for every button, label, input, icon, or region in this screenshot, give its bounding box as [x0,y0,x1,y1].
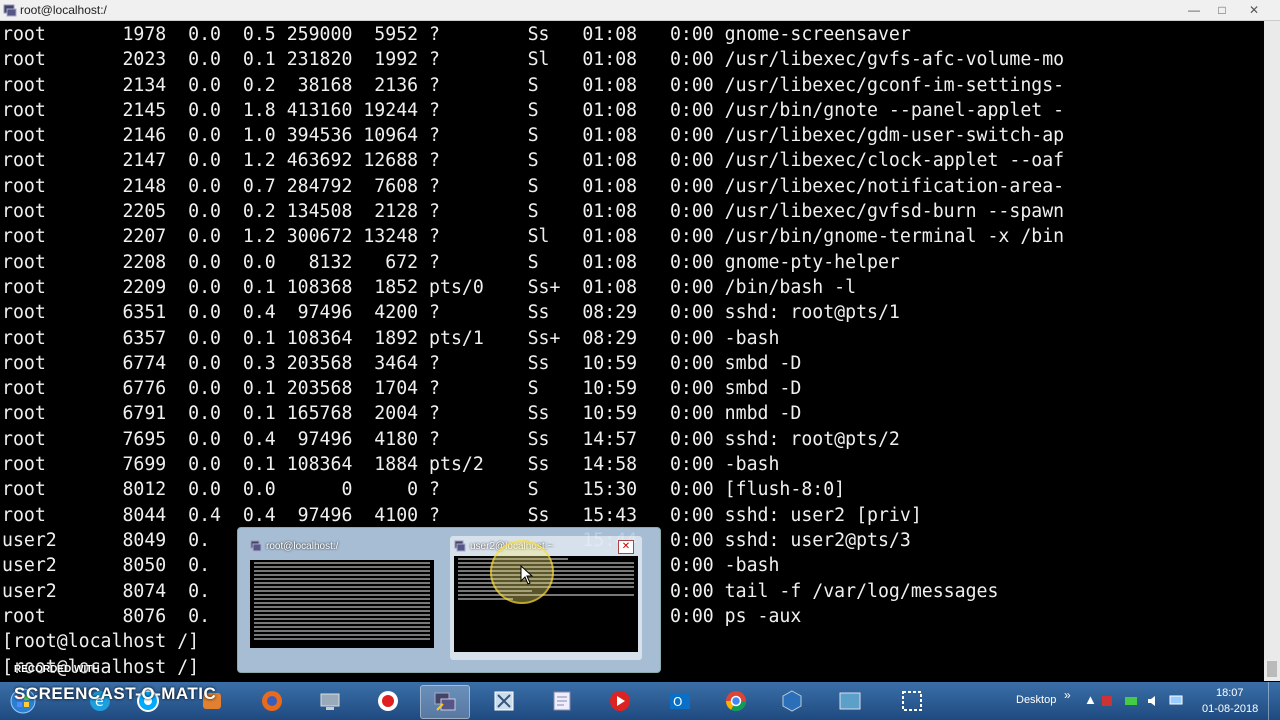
preview-window-root[interactable]: root@localhost:/ [246,536,438,660]
terminal-line: root 1978 0.0 0.5 259000 5952 ? Ss 01:08… [2,24,911,45]
preview-close-button[interactable]: ✕ [618,540,634,554]
virtualbox-icon [782,690,802,712]
watermark-logo: SCREENCAST-O-MATIC [14,684,217,703]
terminal-line: root 2205 0.0 0.2 134508 2128 ? S 01:08 … [2,201,1065,222]
battery-tray-icon[interactable] [1124,694,1138,708]
taskbar-chrome[interactable] [712,685,760,717]
terminal-line: root 2134 0.0 0.2 38168 2136 ? S 01:08 0… [2,75,1065,96]
terminal-line: root 2146 0.0 1.0 394536 10964 ? S 01:08… [2,125,1065,146]
putty-icon [434,692,456,711]
taskbar-network[interactable] [306,685,354,717]
terminal-line: root 2148 0.0 0.7 284792 7608 ? S 01:08 … [2,176,1065,197]
terminal-scrollbar[interactable] [1264,21,1280,681]
terminal-line: root 2209 0.0 0.1 108368 1852 pts/0 Ss+ … [2,277,857,298]
taskbar-record[interactable] [364,685,412,717]
firefox-icon [262,691,282,711]
putty-icon [250,540,262,552]
taskbar-outlook[interactable]: O [656,685,704,717]
tray-expand-icon[interactable]: ▲ [1084,692,1097,707]
taskbar-putty[interactable] [420,685,470,719]
terminal-line: root 7695 0.0 0.4 97496 4180 ? Ss 14:57 … [2,429,900,450]
taskbar-tools[interactable] [480,685,528,717]
terminal-line: root 2208 0.0 0.0 8132 672 ? S 01:08 0:0… [2,252,900,273]
putty-icon [3,4,17,17]
desktop-toolbar-label[interactable]: Desktop [1016,694,1056,706]
taskbar-firefox[interactable] [248,685,296,717]
notepad-icon [553,691,571,711]
terminal-line: root 6791 0.0 0.1 165768 2004 ? Ss 10:59… [2,403,802,424]
terminal-line: root 2147 0.0 1.2 463692 12688 ? S 01:08… [2,150,1065,171]
network-tray-icon[interactable] [1168,694,1184,708]
terminal-line: root 8012 0.0 0.0 0 0 ? S 15:30 0:00 [fl… [2,479,846,500]
terminal-line: root 6776 0.0 0.1 203568 1704 ? S 10:59 … [2,378,802,399]
taskbar-snipping[interactable] [888,685,936,717]
mouse-cursor-icon [520,565,534,585]
record-icon [378,691,398,711]
terminal-line: root 2207 0.0 1.2 300672 13248 ? Sl 01:0… [2,226,1065,247]
svg-text:O: O [673,695,682,709]
terminal-prompt: [root@localhost /] [2,631,200,652]
taskbar-preview-popup: root@localhost:/ user2@localhost:~ ✕ [237,527,661,673]
terminal-line: root 8044 0.4 0.4 97496 4100 ? Ss 15:43 … [2,505,922,526]
window-titlebar: root@localhost:/ — □ ✕ [0,0,1280,21]
watermark-small: RECORDED WITH [14,664,100,675]
clock-date[interactable]: 01-08-2018 [1202,703,1258,715]
window-title: root@localhost:/ [20,3,107,17]
maximize-button[interactable]: □ [1208,2,1236,18]
media-icon [610,691,630,711]
show-desktop-button[interactable] [1268,682,1280,720]
terminal-line: root 7699 0.0 0.1 108364 1884 pts/2 Ss 1… [2,454,780,475]
minimize-button[interactable]: — [1180,2,1208,18]
show-more-icon[interactable]: » [1064,688,1071,702]
terminal-line: root 6774 0.0 0.3 203568 3464 ? Ss 10:59… [2,353,802,374]
taskbar-virtualbox[interactable] [768,685,816,717]
snipping-icon [902,691,922,711]
terminal-icon [839,692,861,710]
outlook-icon: O [670,693,690,709]
chrome-icon [725,691,747,712]
taskbar-media[interactable] [596,685,644,717]
terminal-line: root 2145 0.0 1.8 413160 19244 ? S 01:08… [2,100,1065,121]
terminal-line: root 2023 0.0 0.1 231820 1992 ? Sl 01:08… [2,49,1065,70]
preview-window-screen [250,560,434,648]
putty-icon [454,540,466,552]
preview-window-title: root@localhost:/ [266,541,339,552]
terminal-line: root 6351 0.0 0.4 97496 4200 ? Ss 08:29 … [2,302,900,323]
network-icon [320,693,340,710]
close-button[interactable]: ✕ [1240,2,1268,18]
taskbar-notepad[interactable] [538,685,586,717]
volume-tray-icon[interactable] [1146,694,1160,708]
tools-icon [494,691,514,711]
scrollbar-thumb[interactable] [1267,661,1277,677]
terminal-line: root 6357 0.0 0.1 108364 1892 pts/1 Ss+ … [2,328,780,349]
security-tray-icon[interactable] [1100,694,1114,708]
clock-time[interactable]: 18:07 [1216,687,1244,699]
taskbar-terminal[interactable] [826,685,874,717]
